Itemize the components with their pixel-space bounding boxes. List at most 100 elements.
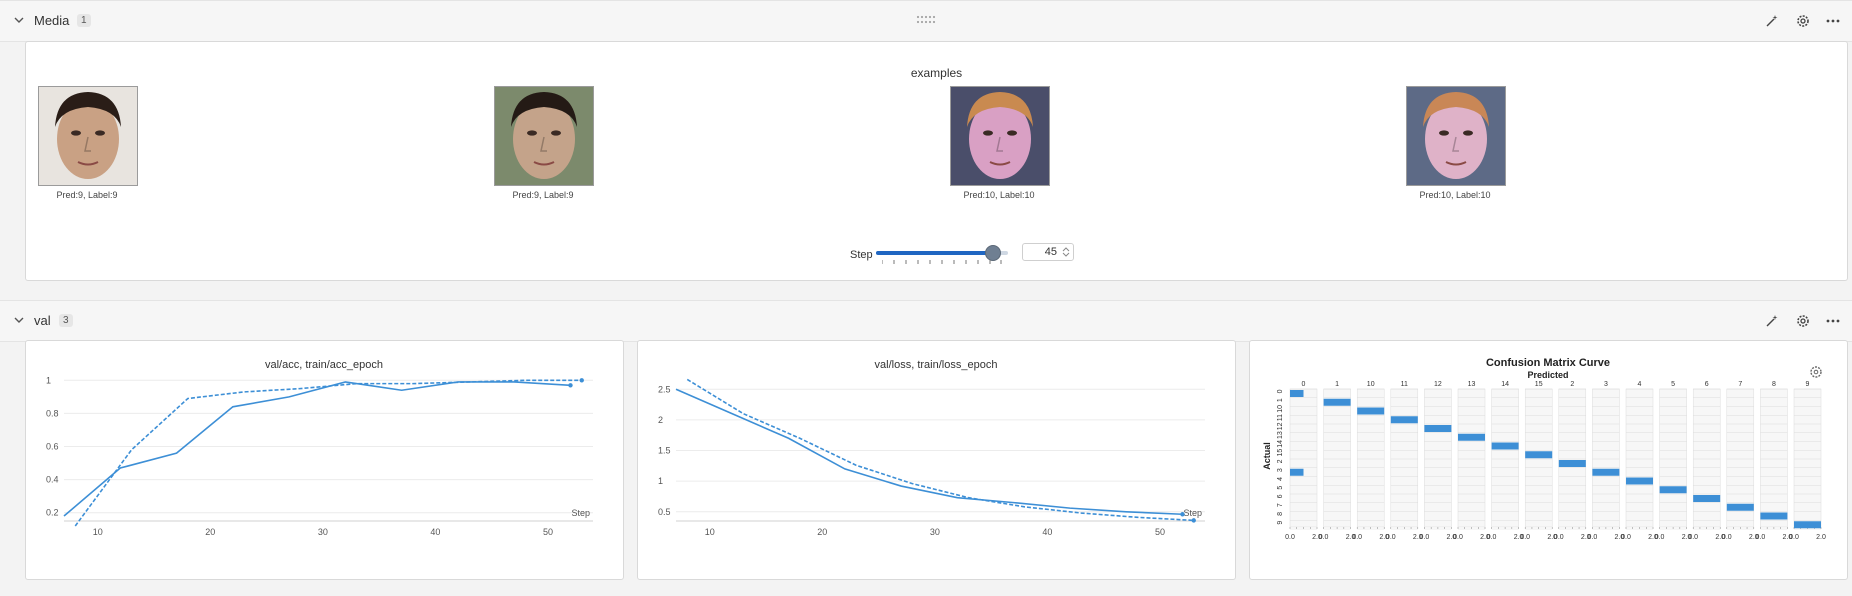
series-line [74, 379, 582, 527]
x-tick-label: 50 [1155, 527, 1165, 537]
confusion-bar [1558, 460, 1586, 467]
column-cell-area [1457, 388, 1486, 528]
example-image[interactable] [950, 86, 1050, 186]
x-axis-label: Predicted [1527, 370, 1568, 380]
step-input[interactable]: 45 [1022, 243, 1074, 261]
example-image[interactable] [38, 86, 138, 186]
row-label: 9 [1277, 521, 1284, 525]
section-title[interactable]: Media [34, 13, 69, 28]
column-cell-area [1760, 388, 1788, 528]
acc-chart-panel[interactable]: val/acc, train/acc_epoch 0.2 0.4 0.6 0.8 1 10 2… [25, 340, 624, 580]
magic-wand-icon[interactable] [1764, 313, 1780, 329]
more-horizontal-icon[interactable] [1825, 313, 1841, 329]
confusion-bar [1390, 416, 1418, 424]
right-eye [551, 130, 561, 136]
bottom-tick-label: 0.0 [1420, 534, 1430, 541]
confusion-bar [1592, 468, 1620, 476]
left-eye [1439, 130, 1449, 136]
confusion-bar [1525, 451, 1553, 459]
y-axis-label: Actual [1262, 442, 1272, 470]
column-cell-area [1659, 388, 1687, 528]
x-tick-label: 40 [1042, 527, 1052, 537]
confusion-matrix-chart: Confusion Matrix CurvePredictedActual011… [1262, 357, 1826, 541]
face-photo [495, 87, 593, 185]
column-label: 15 [1535, 381, 1543, 388]
loss-chart-panel[interactable]: val/loss, train/loss_epoch 0.5 1 1.5 2 2.5 10 2… [637, 340, 1236, 580]
bottom-tick-label: 0.0 [1453, 534, 1463, 541]
column-label: 6 [1705, 381, 1709, 388]
bottom-tick-label: 0.0 [1789, 534, 1799, 541]
step-slider[interactable] [876, 245, 1008, 261]
example-image[interactable] [494, 86, 594, 186]
image-caption: Pred:9, Label:9 [512, 190, 574, 200]
image-caption: Pred:9, Label:9 [56, 190, 118, 200]
column-label: 4 [1638, 381, 1642, 388]
y-tick-label: 1.5 [658, 446, 671, 456]
loss-line-chart: val/loss, train/loss_epoch 0.5 1 1.5 2 2.5 10 2… [658, 359, 1205, 537]
example-image[interactable] [1406, 86, 1506, 186]
step-input-value: 45 [1044, 246, 1057, 258]
confusion-bar [1794, 521, 1821, 529]
column-label: 14 [1501, 381, 1509, 388]
confusion-matrix-panel[interactable]: Confusion Matrix Curve Predicted Actual 0 1 1… [1249, 340, 1848, 580]
row-label: 3 [1277, 468, 1284, 472]
column-label: 9 [1806, 381, 1810, 388]
confusion-bar [1290, 390, 1304, 397]
bottom-tick-label: 0.0 [1588, 534, 1598, 541]
confusion-bar [1323, 398, 1351, 406]
column-cell-area [1323, 388, 1351, 528]
step-label: Step [850, 249, 873, 261]
bottom-tick-label: 0.0 [1386, 534, 1396, 541]
y-tick-label: 0.8 [46, 408, 59, 418]
column-label: 7 [1738, 381, 1742, 388]
confusion-bar [1458, 433, 1485, 441]
confusion-bar [1491, 442, 1519, 450]
column-label: 12 [1434, 381, 1442, 388]
column-cell-area [1692, 388, 1721, 528]
column-cell-area [1289, 388, 1318, 528]
bottom-tick-label: 2.0 [1816, 534, 1826, 541]
confusion-bar [1659, 486, 1687, 494]
row-label: 14 [1277, 440, 1284, 448]
column-label: 0 [1302, 381, 1306, 388]
spinner-arrows-icon[interactable] [1062, 246, 1070, 258]
bottom-tick-label: 0.0 [1722, 534, 1732, 541]
x-tick-label: 40 [430, 527, 440, 537]
y-tick-label: 0.5 [658, 507, 671, 517]
step-slider-thumb[interactable] [985, 245, 1002, 261]
confusion-bar [1357, 407, 1385, 415]
series-end-point [568, 383, 573, 388]
gear-icon[interactable] [1795, 13, 1811, 29]
chart-title: val/loss, train/loss_epoch [875, 359, 998, 371]
section-title[interactable]: val [34, 313, 51, 328]
section-count-badge: 3 [59, 314, 73, 327]
left-eye [527, 130, 537, 136]
row-label: 13 [1277, 431, 1284, 439]
confusion-bar [1290, 468, 1304, 476]
step-slider-fill [876, 251, 993, 255]
gear-icon [1810, 366, 1822, 378]
x-tick-label: 50 [543, 527, 553, 537]
series-line [675, 388, 1183, 516]
chevron-down-icon[interactable] [12, 313, 26, 327]
y-tick-label: 0.6 [46, 442, 59, 452]
y-tick-label: 2.5 [658, 384, 671, 394]
chevron-down-icon[interactable] [12, 13, 26, 27]
column-cell-area [1491, 388, 1519, 528]
y-tick-label: 2 [658, 415, 663, 425]
more-horizontal-icon[interactable] [1825, 13, 1841, 29]
bottom-tick-label: 0.0 [1520, 534, 1530, 541]
bottom-tick-label: 0.0 [1319, 534, 1329, 541]
x-tick-label: 30 [318, 527, 328, 537]
magic-wand-icon[interactable] [1764, 13, 1780, 29]
column-cell-area [1390, 388, 1419, 528]
series-line [63, 381, 571, 517]
right-eye [1007, 130, 1017, 136]
gear-icon[interactable] [1795, 313, 1811, 329]
bottom-tick-label: 0.0 [1655, 534, 1665, 541]
drag-handle-icon[interactable] [916, 15, 938, 25]
column-label: 1 [1335, 381, 1339, 388]
image-caption: Pred:10, Label:10 [1419, 190, 1491, 200]
face-photo [951, 87, 1049, 185]
x-axis-label: Step [1183, 508, 1202, 518]
